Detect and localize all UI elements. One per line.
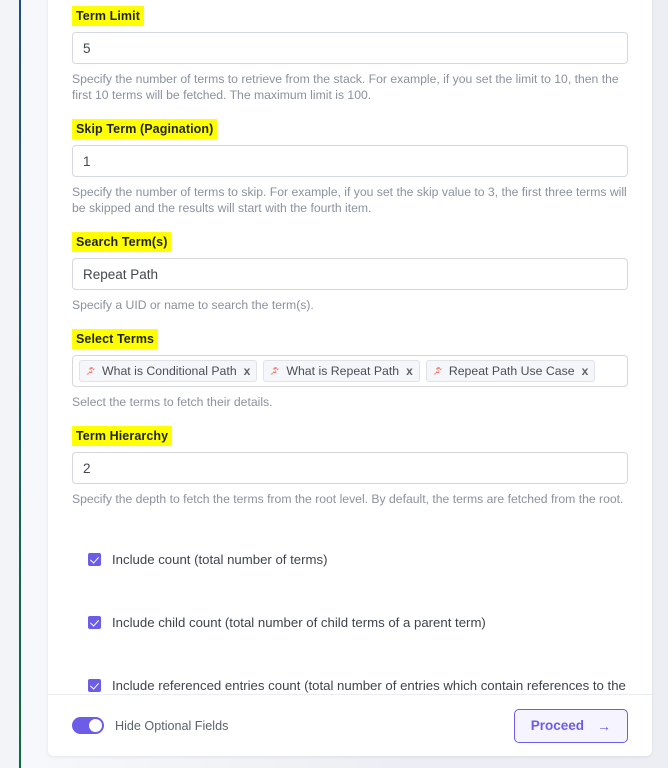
help-search-terms: Specify a UID or name to search the term…: [72, 298, 314, 312]
toggle-knob: [89, 719, 102, 732]
label-term-hierarchy: Term Hierarchy: [72, 426, 173, 446]
search-terms-input[interactable]: [72, 258, 628, 290]
proceed-button[interactable]: Proceed →: [513, 708, 628, 743]
form-card: Term Limit Specify the number of terms t…: [48, 0, 652, 756]
checkbox-label: Include count (total number of terms): [112, 552, 328, 567]
term-icon: [432, 366, 443, 377]
hide-optional-fields-label: Hide Optional Fields: [115, 718, 229, 733]
left-accent-rail: [19, 0, 21, 768]
checkbox-row-include-child-count[interactable]: Include child count (total number of chi…: [72, 614, 628, 631]
skip-term-input[interactable]: [72, 145, 628, 177]
term-icon: [85, 366, 96, 377]
proceed-button-label: Proceed: [530, 718, 584, 733]
form-scroll-area[interactable]: Term Limit Specify the number of terms t…: [48, 0, 652, 756]
term-icon: [269, 366, 280, 377]
form-footer: Hide Optional Fields Proceed →: [48, 694, 652, 756]
term-chip-remove-icon[interactable]: x: [405, 365, 413, 377]
help-term-limit: Specify the number of terms to retrieve …: [72, 72, 619, 102]
term-chip-label: What is Conditional Path: [102, 364, 237, 378]
label-search-terms: Search Term(s): [72, 232, 172, 252]
field-select-terms: Select Terms What is Conditional Path x: [72, 329, 628, 410]
help-term-hierarchy: Specify the depth to fetch the terms fro…: [72, 492, 624, 506]
term-chip-label: What is Repeat Path: [286, 364, 400, 378]
select-terms-multiselect[interactable]: What is Conditional Path x What is Repea…: [72, 355, 628, 387]
include-referenced-entries-count-checkbox[interactable]: [88, 679, 101, 692]
term-chip-remove-icon[interactable]: x: [243, 365, 251, 377]
term-hierarchy-input[interactable]: [72, 452, 628, 484]
term-limit-input[interactable]: [72, 32, 628, 64]
term-chip-label: Repeat Path Use Case: [448, 364, 575, 378]
field-term-hierarchy: Term Hierarchy Specify the depth to fetc…: [72, 426, 628, 507]
include-child-count-checkbox[interactable]: [88, 616, 101, 629]
arrow-right-icon: →: [597, 717, 611, 734]
field-search-terms: Search Term(s) Specify a UID or name to …: [72, 232, 628, 313]
help-select-terms: Select the terms to fetch their details.: [72, 395, 273, 409]
hide-optional-fields-control[interactable]: Hide Optional Fields: [72, 717, 228, 734]
term-chip[interactable]: What is Conditional Path x: [79, 360, 258, 382]
field-term-limit: Term Limit Specify the number of terms t…: [72, 6, 628, 103]
term-chip[interactable]: Repeat Path Use Case x: [425, 360, 596, 382]
label-select-terms: Select Terms: [72, 329, 159, 349]
include-count-checkbox[interactable]: [88, 553, 101, 566]
term-chip[interactable]: What is Repeat Path x: [263, 360, 420, 382]
help-skip-term: Specify the number of terms to skip. For…: [72, 185, 627, 215]
term-chip-remove-icon[interactable]: x: [581, 365, 589, 377]
field-skip-term: Skip Term (Pagination) Specify the numbe…: [72, 119, 628, 216]
label-skip-term: Skip Term (Pagination): [72, 119, 218, 139]
hide-optional-fields-toggle[interactable]: [72, 717, 104, 734]
checkbox-row-include-count[interactable]: Include count (total number of terms): [72, 551, 628, 568]
checkbox-label: Include child count (total number of chi…: [112, 615, 486, 630]
label-term-limit: Term Limit: [72, 6, 144, 26]
